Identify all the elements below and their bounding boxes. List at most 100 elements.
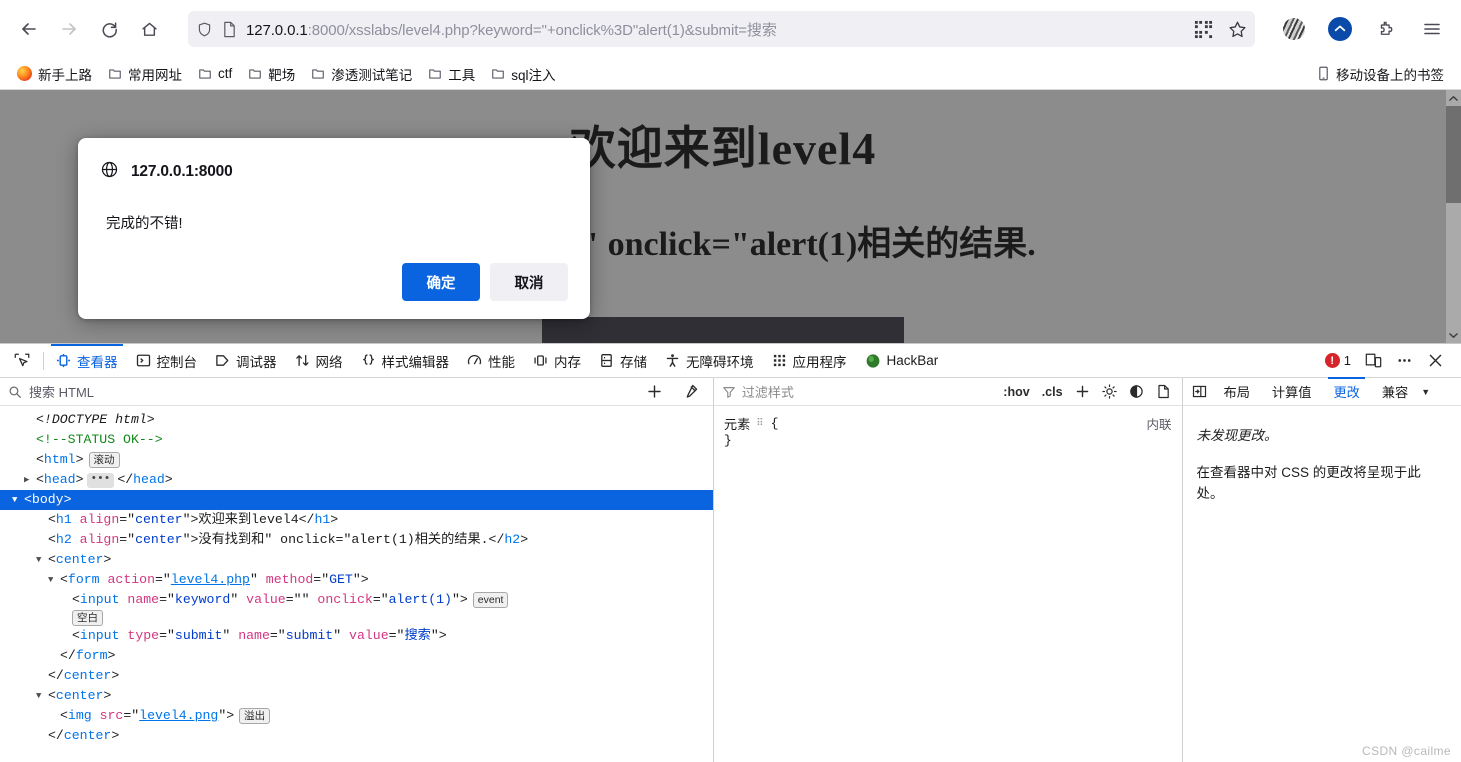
dialog-confirm-button[interactable]: 确定	[402, 263, 480, 301]
filter-styles-input[interactable]: 过滤样式	[742, 382, 994, 401]
dom-node-form[interactable]: ▼ < form action =" level4.php " method =" GET "…	[0, 570, 713, 590]
hov-button[interactable]: :hov	[1000, 385, 1032, 399]
markup-pane: 搜索 HTML ▶ <!DOCTYPE html> ▶	[0, 378, 714, 762]
attr-value: GET	[329, 572, 353, 587]
rule-header[interactable]: 元素 ⠿ { 内联	[724, 414, 1172, 433]
bookmark-item[interactable]: sql注入	[484, 61, 562, 87]
bookmark-item-mobile[interactable]: 移动设备上的书签	[1310, 61, 1451, 87]
attr-value-link[interactable]: level4.php	[171, 570, 250, 590]
grid-dots-icon: ⠿	[756, 418, 765, 430]
dom-node-h2[interactable]: < h2 align =" center "> 没有找到和" onclick="alert…	[0, 530, 713, 550]
cls-button[interactable]: .cls	[1039, 385, 1066, 399]
overflow-badge[interactable]: 溢出	[239, 708, 271, 724]
bookmarks-bar: 新手上路 常用网址 ctf 靶场 渗透测试笔记 工具 sql注入 移动设备上的书…	[0, 58, 1461, 90]
pocket-icon[interactable]	[1321, 10, 1359, 48]
element-picker-icon[interactable]	[4, 346, 40, 376]
qr-code-icon[interactable]	[1194, 20, 1213, 39]
forward-button[interactable]	[50, 10, 88, 48]
back-button[interactable]	[10, 10, 48, 48]
home-button[interactable]	[130, 10, 168, 48]
twisty-collapsed-icon[interactable]: ▶	[24, 470, 36, 490]
tab-performance[interactable]: 性能	[458, 344, 524, 377]
scrollbar-thumb[interactable]	[1446, 106, 1461, 203]
tab-accessibility[interactable]: 无障碍环境	[656, 344, 763, 377]
account-avatar[interactable]	[1275, 10, 1313, 48]
dom-tree[interactable]: ▶ <!DOCTYPE html> ▶ <!--STATUS OK--> ▶ <…	[0, 406, 713, 762]
attr-name: value	[349, 628, 389, 643]
tab-memory[interactable]: 内存	[524, 344, 590, 377]
dom-node-center-1-close[interactable]: </center >	[0, 666, 713, 686]
tab-computed[interactable]: 计算值	[1261, 378, 1323, 405]
dom-node-head[interactable]: ▶ < head > ••• </head >	[0, 470, 713, 490]
rule-source[interactable]: 内联	[1147, 414, 1172, 433]
tab-inspector[interactable]: 查看器	[47, 344, 127, 377]
app-menu-button[interactable]	[1413, 10, 1451, 48]
tab-console[interactable]: 控制台	[127, 344, 207, 377]
bookmark-item[interactable]: 渗透测试笔记	[304, 61, 419, 87]
dom-node-doctype[interactable]: ▶ <!DOCTYPE html>	[0, 410, 713, 430]
add-node-icon[interactable]	[640, 383, 669, 400]
dark-theme-icon[interactable]	[1126, 384, 1147, 399]
search-html-input[interactable]: 搜索 HTML	[29, 382, 633, 401]
tab-layout[interactable]: 布局	[1213, 378, 1261, 405]
scroll-up-arrow-icon[interactable]	[1449, 90, 1458, 106]
responsive-design-mode-icon[interactable]	[1359, 347, 1387, 375]
tab-style-editor[interactable]: 样式编辑器	[352, 344, 459, 377]
rule-open-brace: {	[770, 416, 779, 431]
app-root: 127.0.0.1:8000/xsslabs/level4.php?keywor…	[0, 0, 1461, 762]
twisty-expanded-icon[interactable]: ▼	[48, 570, 60, 590]
twisty-expanded-icon[interactable]: ▼	[36, 686, 48, 706]
tab-storage[interactable]: 存储	[590, 344, 656, 377]
scrollbar-track[interactable]	[1446, 106, 1461, 327]
error-count-badge[interactable]: ! 1	[1324, 353, 1356, 368]
dom-node-input-submit[interactable]: < input type =" submit " name =" submit " value…	[0, 626, 713, 646]
print-media-icon[interactable]	[1153, 384, 1174, 399]
bookmark-item[interactable]: 靶场	[241, 61, 302, 87]
devtools-menu-icon[interactable]	[1390, 347, 1418, 375]
extensions-puzzle-icon[interactable]	[1367, 10, 1405, 48]
bookmark-item[interactable]: ctf	[191, 63, 239, 84]
dom-node-body[interactable]: ▼ < body >	[0, 490, 713, 510]
twisty-expanded-icon[interactable]: ▼	[12, 490, 24, 510]
reload-button[interactable]	[90, 10, 128, 48]
dom-node-center-2[interactable]: ▼ < center >	[0, 686, 713, 706]
attr-value-link[interactable]: level4.png	[139, 706, 218, 726]
url-bar[interactable]: 127.0.0.1:8000/xsslabs/level4.php?keywor…	[188, 11, 1255, 47]
dom-node-html[interactable]: ▶ <html> 滚动	[0, 450, 713, 470]
dom-node-img[interactable]: < img src =" level4.png "> 溢出	[0, 706, 713, 726]
bookmark-item[interactable]: 新手上路	[10, 61, 99, 87]
rule-selector: 元素	[723, 418, 751, 433]
expand-pane-icon[interactable]	[1187, 384, 1213, 399]
bookmark-item[interactable]: 常用网址	[101, 61, 189, 87]
dom-node-h1[interactable]: < h1 align =" center "> 欢迎来到level4 </h1 >	[0, 510, 713, 530]
dialog-cancel-button[interactable]: 取消	[490, 263, 568, 301]
event-badge[interactable]: event	[472, 592, 509, 608]
bookmark-item[interactable]: 工具	[421, 61, 482, 87]
dom-node-center-2-close[interactable]: </center >	[0, 726, 713, 746]
folder-icon	[428, 67, 442, 81]
page-scrollbar[interactable]	[1446, 90, 1461, 343]
light-theme-icon[interactable]	[1099, 384, 1120, 399]
scroll-badge[interactable]: 滚动	[88, 452, 120, 468]
tab-compatibility[interactable]: 兼容	[1371, 378, 1419, 405]
twisty-expanded-icon[interactable]: ▼	[36, 550, 48, 570]
level4-image	[542, 317, 904, 343]
whitespace-badge[interactable]: 空白	[72, 610, 103, 626]
tab-label: 查看器	[77, 354, 118, 370]
dom-node-comment[interactable]: ▶ <!--STATUS OK-->	[0, 430, 713, 450]
dom-node-whitespace[interactable]: 空白	[0, 610, 713, 626]
eyedropper-icon[interactable]	[676, 383, 705, 400]
expand-ellipsis-icon[interactable]: •••	[86, 472, 115, 488]
dom-node-center-1[interactable]: ▼ < center >	[0, 550, 713, 570]
close-devtools-icon[interactable]	[1421, 347, 1449, 375]
bookmark-star-icon[interactable]	[1228, 20, 1247, 39]
scroll-down-arrow-icon[interactable]	[1449, 327, 1458, 343]
tab-hackbar[interactable]: HackBar	[856, 344, 948, 377]
add-rule-icon[interactable]	[1072, 384, 1093, 399]
dom-node-form-close[interactable]: </form >	[0, 646, 713, 666]
tab-changes[interactable]: 更改	[1322, 377, 1370, 405]
tab-application[interactable]: 应用程序	[763, 344, 856, 377]
dom-node-input-keyword[interactable]: < input name =" keyword " value =" " onclick ="…	[0, 590, 713, 610]
tab-network[interactable]: 网络	[286, 344, 352, 377]
tab-debugger[interactable]: 调试器	[206, 344, 286, 377]
